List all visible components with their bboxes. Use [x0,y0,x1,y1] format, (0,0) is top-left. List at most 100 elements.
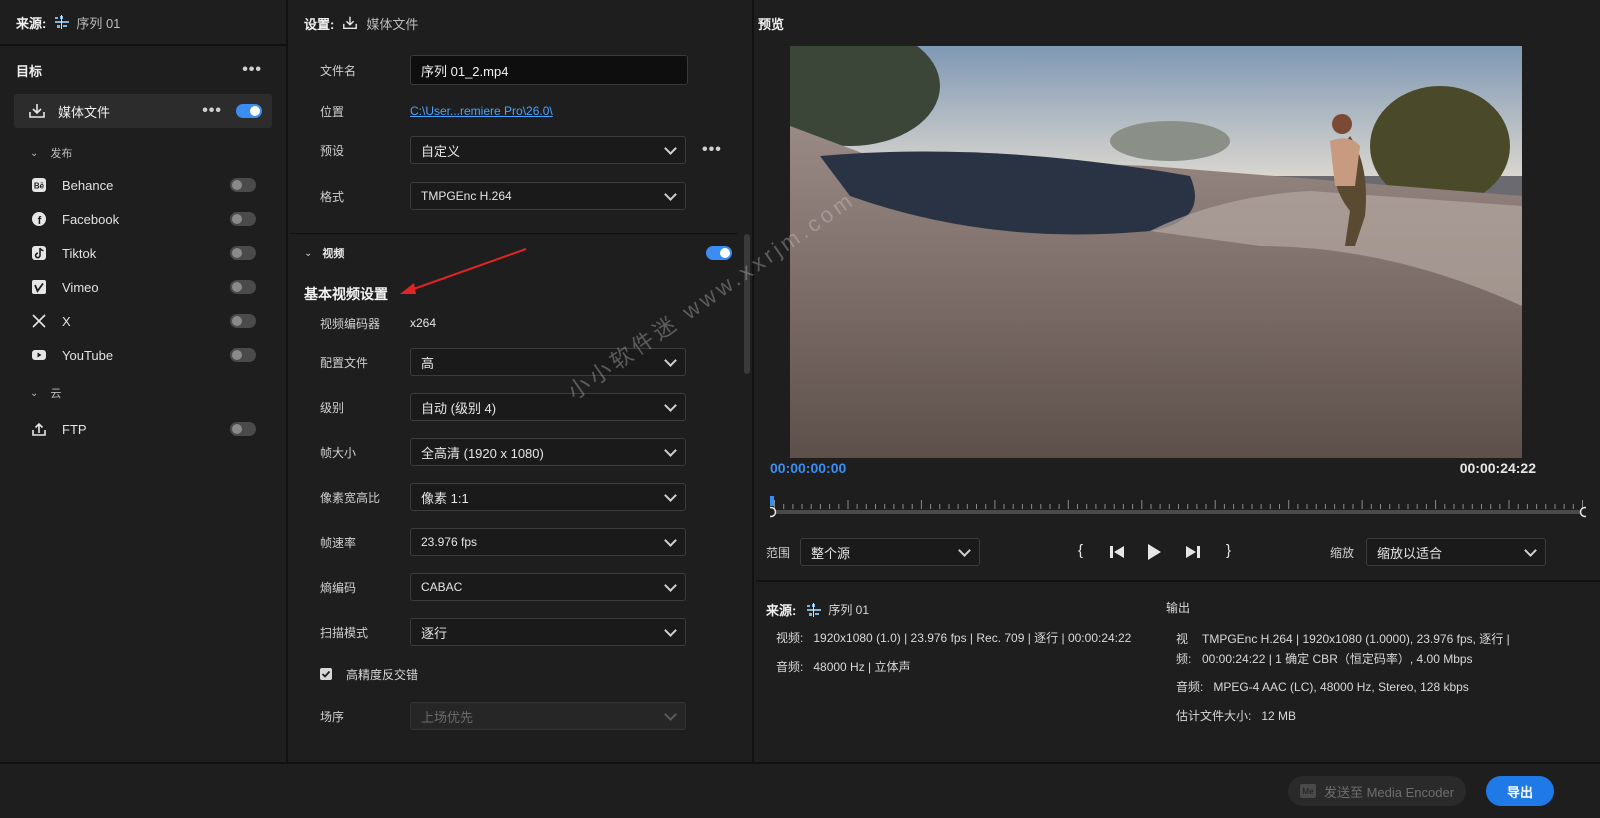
settings-panel: 设置: 媒体文件 文件名 序列 01_2.mp4 位置 C:\User...re… [290,0,754,762]
preset-select[interactable]: 自定义 [410,136,686,164]
scan-row: 扫描模式 逐行 [320,617,738,647]
range-select[interactable]: 整个源 [800,538,980,566]
timeline-tick [994,500,996,509]
level-row: 级别 自动 (级别 4) [320,392,738,422]
targets-more-icon[interactable]: ••• [242,62,262,78]
timeline-tick [957,504,959,509]
preset-more-icon[interactable]: ••• [702,142,722,158]
publish-item-youtube[interactable]: YouTube [0,338,286,372]
profile-select[interactable]: 高 [410,348,686,376]
source-name: 序列 01 [76,15,121,31]
step-back-icon[interactable] [1108,544,1126,560]
publish-item-vimeo[interactable]: Vimeo [0,270,286,304]
entropy-select[interactable]: CABAC [410,573,686,601]
timeline-tick [1563,504,1565,509]
preview-controls: 范围 整个源 { } 缩放 缩放以适合 [756,538,1600,568]
scan-select[interactable]: 逐行 [410,618,686,646]
publish-item-label: Vimeo [62,279,99,295]
preview-video [790,46,1522,458]
timeline-tick [1269,504,1271,509]
source-info-header: 来源: 序列 01 [766,600,869,619]
framerate-select[interactable]: 23.976 fps [410,528,686,556]
timeline-tick [1572,504,1574,509]
behance-toggle[interactable] [230,178,256,192]
publish-item-label: Facebook [62,211,120,227]
format-value: TMPGEnc H.264 [421,189,512,203]
zoom-label: 缩放 [1330,546,1355,560]
preview-frame-image [790,46,1522,458]
timeline-scrubber[interactable] [770,496,1586,524]
publish-item-behance[interactable]: Bē Behance [0,168,286,202]
deinterlace-checkbox[interactable] [320,668,332,680]
publish-item-tiktok[interactable]: Tiktok [0,236,286,270]
format-select[interactable]: TMPGEnc H.264 [410,182,686,210]
facebook-toggle[interactable] [230,212,256,226]
timeline-tick [884,504,886,509]
mark-out-icon[interactable]: } [1226,542,1231,559]
step-forward-icon[interactable] [1184,544,1202,560]
entropy-row: 熵编码 CABAC [320,572,738,602]
chevron-down-icon [664,488,677,502]
timeline-tick [875,504,876,509]
cloud-item-ftp[interactable]: FTP [0,412,286,446]
preview-panel: 预览 00:00:00:00 00:00:24:22 范围 整个源 {} 缩放… [756,0,1600,762]
vimeo-icon [30,278,48,296]
timeline-track [770,510,1586,514]
publish-item-x[interactable]: X [0,304,286,338]
timeline-tick [948,504,950,509]
youtube-toggle[interactable] [230,348,256,362]
timeline-tick [1233,504,1235,509]
media-file-target[interactable]: 媒体文件 ••• [14,94,272,128]
x-toggle[interactable] [230,314,256,328]
sequence-icon [807,602,822,617]
par-select[interactable]: 像素 1:1 [410,483,686,511]
source-audio-label: 音频: [776,660,804,674]
timeline-tick [1416,504,1418,509]
zoom-value: 缩放以适合 [1377,545,1443,561]
cloud-group-header[interactable]: ⌄ 云 [0,378,286,408]
timeline-tick [1334,504,1336,509]
timeline-tick [985,504,987,509]
timeline-tick [1343,504,1345,509]
source-header: 来源: 序列 01 [0,0,286,46]
export-button[interactable]: 导出 [1486,776,1554,806]
annotation-arrow [400,248,527,294]
media-file-more-icon[interactable]: ••• [202,103,222,119]
timeline-tick [1499,504,1501,509]
media-file-toggle[interactable] [236,104,262,118]
publish-item-facebook[interactable]: f Facebook [0,202,286,236]
timeline-tick [1141,500,1143,509]
publish-group-header[interactable]: ⌄ 发布 [0,138,286,168]
settings-scrollbar[interactable] [744,234,750,374]
level-select[interactable]: 自动 (级别 4) [410,393,686,421]
play-icon[interactable] [1146,543,1162,561]
mark-in-icon[interactable]: { [1078,542,1083,559]
playhead [770,496,774,506]
format-label: 格式 [320,189,345,204]
filename-input[interactable]: 序列 01_2.mp4 [410,55,688,85]
targets-title: 目标 [16,63,43,79]
timeline-tick [1490,504,1492,509]
send-to-media-encoder-button: Me 发送至 Media Encoder [1288,776,1466,806]
framesize-select[interactable]: 全高清 (1920 x 1080) [410,438,686,466]
vimeo-toggle[interactable] [230,280,256,294]
par-value: 像素 1:1 [421,490,469,506]
timeline-tick [1425,504,1427,509]
output-info-label: 输出 [1166,601,1191,615]
range-label: 范围 [766,546,791,560]
scan-label: 扫描模式 [320,625,369,640]
fieldorder-label: 场序 [320,709,345,724]
timeline-ticks [774,500,1583,509]
timeline-tick [1178,504,1179,509]
publish-list: Bē Behance f Facebook Tiktok Vimeo X You… [0,168,286,372]
settings-scroll-area[interactable]: 文件名 序列 01_2.mp4 位置 C:\User...remiere Pro… [290,46,752,762]
tiktok-toggle[interactable] [230,246,256,260]
ftp-toggle[interactable] [230,422,256,436]
youtube-icon [30,346,48,364]
range-value: 整个源 [811,545,851,561]
location-link[interactable]: C:\User...remiere Pro\26.0\ [410,104,553,118]
timeline-tick [1536,504,1538,509]
timeline-tick [1315,504,1317,509]
video-toggle[interactable] [706,246,732,260]
zoom-select[interactable]: 缩放以适合 [1366,538,1546,566]
